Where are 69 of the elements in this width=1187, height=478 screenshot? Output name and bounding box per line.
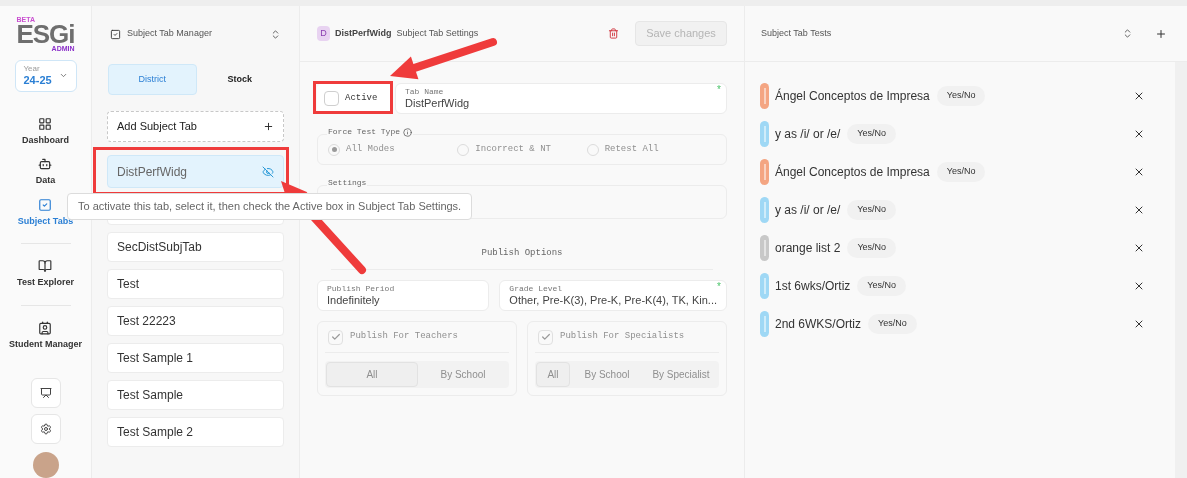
group-label: Force Test Type [328, 126, 400, 138]
checkbox[interactable] [324, 91, 339, 106]
test-type-tag: Yes/No [847, 123, 897, 144]
required-mark: * [717, 281, 721, 292]
settings-button[interactable] [30, 414, 61, 444]
test-type-tag: Yes/No [868, 313, 917, 334]
sort-icon[interactable] [1122, 28, 1133, 39]
text-field[interactable]: Grade Level Other, Pre-K(3), Pre-K, Pre-K(4), TK, Kin... * [499, 279, 727, 311]
test-name: 2nd 6WKS/Ortiz [775, 315, 862, 333]
subject-tab-item[interactable]: Test Sample [107, 380, 284, 410]
subject-tab-item[interactable]: Test Sample 1 [107, 343, 284, 373]
checkbox[interactable] [538, 329, 553, 345]
sort-icon[interactable] [270, 28, 281, 40]
tab-badge: D [317, 26, 330, 41]
subject-tab-item[interactable]: DistPerfWidg [107, 155, 284, 188]
check-icon [330, 332, 341, 342]
tab[interactable]: Stock [196, 64, 283, 95]
test-name: y as /i/ or /e/ [775, 201, 841, 219]
test-name: Ángel Conceptos de Impresa [775, 87, 930, 105]
panel-title: Subject Tab Manager [127, 27, 212, 41]
required-mark: * [717, 85, 721, 95]
monitor-button[interactable] [30, 378, 61, 408]
logo: ESGi [16, 23, 75, 45]
tab-name: DistPerfWidg [335, 26, 392, 40]
test-type-tag: Yes/No [847, 199, 897, 220]
add-subject-tab-button[interactable]: Add Subject Tab [107, 111, 284, 142]
tooltip: To activate this tab, select it, then check the Active box in Subject Tab Settings. [67, 193, 473, 220]
tab[interactable]: District [108, 64, 197, 95]
checkbox-label: Publish For Specialists [560, 330, 685, 344]
group-label: Settings [327, 177, 368, 189]
nav-item[interactable]: Test Explorer [17, 254, 74, 295]
test-type-tag: Yes/No [936, 161, 986, 182]
delete-icon[interactable] [608, 28, 619, 39]
panel-title: Subject Tab Tests [761, 26, 832, 40]
settings-icon [39, 423, 52, 435]
plus-icon [263, 121, 274, 132]
text-field[interactable]: Tab Name DistPerfWidg * [395, 83, 727, 114]
text-field[interactable]: Publish Period Indefinitely [317, 279, 490, 311]
test-name: y as /i/ or /e/ [775, 125, 841, 143]
subject-tab-item[interactable]: Test Sample 2 [107, 417, 284, 447]
test-name: Ángel Conceptos de Impresa [775, 163, 930, 181]
dashboard-icon [38, 116, 53, 131]
student-manager-icon [38, 320, 53, 335]
monitor-icon [39, 387, 52, 399]
test-type-tag: Yes/No [847, 237, 897, 258]
year-select[interactable]: Year 24-25 [14, 60, 77, 92]
add-icon[interactable] [1155, 27, 1167, 40]
subject-tab-icon [110, 28, 121, 40]
test-type-tag: Yes/No [857, 275, 907, 296]
info-icon[interactable] [403, 127, 412, 137]
nav-item[interactable]: Data [35, 152, 56, 193]
section-title: Publish Options [481, 247, 563, 260]
test-explorer-icon [38, 259, 53, 273]
avatar[interactable] [32, 452, 59, 478]
test-type-tag: Yes/No [936, 85, 986, 106]
nav-item[interactable]: Student Manager [9, 315, 82, 356]
panel-title: Subject Tab Settings [396, 26, 479, 40]
subject-tab-item[interactable]: SecDistSubjTab [107, 232, 284, 262]
data-icon [38, 157, 53, 171]
nav-item[interactable]: Dashboard [22, 111, 69, 152]
subject-tabs-icon [38, 197, 53, 212]
checkbox-label: Publish For Teachers [350, 330, 459, 344]
hidden-icon[interactable] [262, 165, 274, 178]
test-name: orange list 2 [775, 239, 841, 257]
check-icon [540, 332, 551, 342]
checkbox[interactable] [328, 329, 343, 345]
subject-tab-item[interactable]: Test [107, 269, 284, 299]
subject-tab-item[interactable]: Test 22223 [107, 306, 284, 336]
test-name: 1st 6wks/Ortiz [775, 277, 851, 295]
